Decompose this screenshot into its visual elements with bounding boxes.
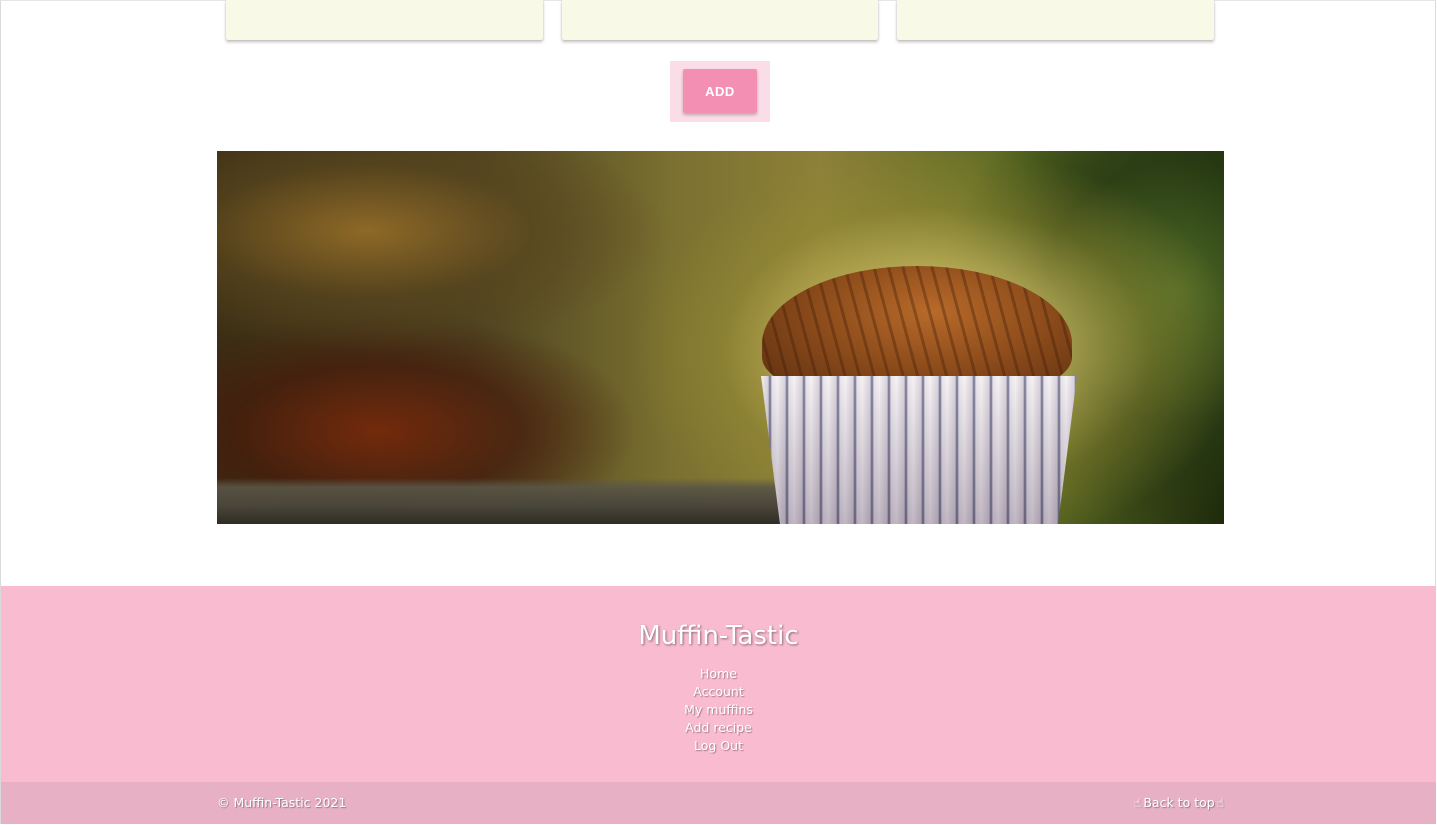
footer-link-my-muffins[interactable]: My muffins: [684, 702, 753, 717]
footer-nav-item: My muffins: [1, 700, 1436, 718]
footer-link-log-out[interactable]: Log Out: [694, 738, 743, 753]
footer-nav: Home Account My muffins Add recipe Log O…: [1, 664, 1436, 754]
footer-nav-item: Log Out: [1, 736, 1436, 754]
hero-ledge: [217, 478, 837, 524]
footer-link-home[interactable]: Home: [700, 666, 737, 681]
footer-nav-item: Add recipe: [1, 718, 1436, 736]
footer-nav-item: Account: [1, 682, 1436, 700]
add-button-focus-halo: ADD: [670, 61, 770, 122]
add-button[interactable]: ADD: [683, 69, 757, 113]
footer-title: Muffin-Tastic: [638, 621, 799, 651]
back-to-top-label: Back to top: [1143, 795, 1215, 810]
recipe-card[interactable]: [562, 0, 878, 40]
footer: Muffin-Tastic Home Account My muffins Ad…: [1, 586, 1436, 782]
recipe-card[interactable]: [226, 0, 543, 40]
pointing-hand-icon: ☝: [1134, 795, 1142, 810]
muffin-liner: [761, 376, 1077, 524]
footer-link-account[interactable]: Account: [693, 684, 743, 699]
hero-muffin-image: [217, 151, 1224, 524]
footer-link-add-recipe[interactable]: Add recipe: [685, 720, 752, 735]
footer-nav-item: Home: [1, 664, 1436, 682]
recipe-card[interactable]: [897, 0, 1214, 40]
copyright-bar: © Muffin-Tastic 2021 ☝ Back to top ☝: [1, 782, 1436, 824]
pointing-hand-icon: ☝: [1216, 795, 1224, 810]
back-to-top-link[interactable]: ☝ Back to top ☝: [1134, 795, 1224, 810]
copyright-text: © Muffin-Tastic 2021: [217, 795, 347, 810]
